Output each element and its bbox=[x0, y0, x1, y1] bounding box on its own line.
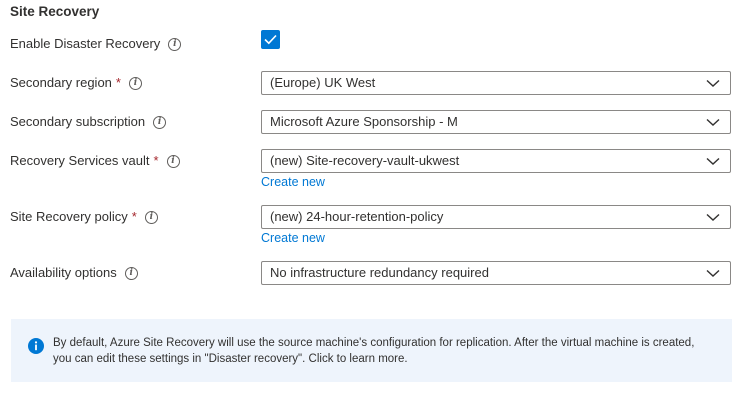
enable-dr-checkbox[interactable] bbox=[261, 30, 280, 49]
secondary-subscription-label-group: Secondary subscription i bbox=[10, 110, 167, 134]
secondary-subscription-value: Microsoft Azure Sponsorship - M bbox=[270, 114, 458, 129]
secondary-subscription-label: Secondary subscription bbox=[10, 114, 146, 129]
info-icon[interactable]: i bbox=[168, 37, 182, 51]
secondary-region-value: (Europe) UK West bbox=[270, 75, 376, 90]
secondary-subscription-dropdown[interactable]: Microsoft Azure Sponsorship - M bbox=[261, 110, 731, 134]
enable-dr-label: Enable Disaster Recovery bbox=[10, 36, 161, 51]
info-banner-text: By default, Azure Site Recovery will use… bbox=[53, 337, 695, 365]
secondary-subscription-row: Secondary subscription i Microsoft Azure… bbox=[0, 110, 742, 134]
create-new-policy-link[interactable]: Create new bbox=[261, 231, 325, 245]
chevron-down-icon bbox=[706, 79, 720, 87]
enable-dr-row: Enable Disaster Recovery i bbox=[0, 32, 742, 56]
recovery-policy-row: Site Recovery policy * i (new) 24-hour-r… bbox=[0, 205, 742, 229]
enable-dr-label-group: Enable Disaster Recovery i bbox=[10, 32, 182, 56]
recovery-vault-label: Recovery Services vault bbox=[10, 153, 150, 168]
chevron-down-icon bbox=[706, 118, 720, 126]
secondary-region-dropdown[interactable]: (Europe) UK West bbox=[261, 71, 731, 95]
recovery-vault-value: (new) Site-recovery-vault-ukwest bbox=[270, 153, 460, 168]
info-icon[interactable]: i bbox=[144, 210, 158, 224]
required-marker: * bbox=[115, 75, 121, 90]
recovery-policy-dropdown[interactable]: (new) 24-hour-retention-policy bbox=[261, 205, 731, 229]
chevron-down-icon bbox=[706, 213, 720, 221]
recovery-vault-label-group: Recovery Services vault * i bbox=[10, 149, 180, 173]
info-icon[interactable]: i bbox=[153, 115, 167, 129]
section-title: Site Recovery bbox=[10, 4, 100, 19]
recovery-vault-row: Recovery Services vault * i (new) Site-r… bbox=[0, 149, 742, 173]
secondary-region-label: Secondary region bbox=[10, 75, 112, 90]
checkmark-icon bbox=[264, 34, 277, 45]
secondary-region-label-group: Secondary region * i bbox=[10, 71, 142, 95]
secondary-region-row: Secondary region * i (Europe) UK West bbox=[0, 71, 742, 95]
chevron-down-icon bbox=[706, 269, 720, 277]
info-icon[interactable]: i bbox=[124, 266, 138, 280]
create-new-vault-link[interactable]: Create new bbox=[261, 175, 325, 189]
info-banner[interactable]: By default, Azure Site Recovery will use… bbox=[11, 319, 732, 382]
info-icon[interactable]: i bbox=[128, 76, 142, 90]
availability-row: Availability options i No infrastructure… bbox=[0, 261, 742, 285]
recovery-policy-label-group: Site Recovery policy * i bbox=[10, 205, 158, 229]
availability-value: No infrastructure redundancy required bbox=[270, 265, 489, 280]
recovery-policy-label: Site Recovery policy bbox=[10, 209, 128, 224]
required-marker: * bbox=[153, 153, 159, 168]
required-marker: * bbox=[131, 209, 137, 224]
info-circle-icon bbox=[28, 338, 44, 354]
availability-dropdown[interactable]: No infrastructure redundancy required bbox=[261, 261, 731, 285]
availability-label-group: Availability options i bbox=[10, 261, 138, 285]
availability-label: Availability options bbox=[10, 265, 117, 280]
recovery-vault-dropdown[interactable]: (new) Site-recovery-vault-ukwest bbox=[261, 149, 731, 173]
info-icon[interactable]: i bbox=[166, 154, 180, 168]
recovery-policy-value: (new) 24-hour-retention-policy bbox=[270, 209, 444, 224]
chevron-down-icon bbox=[706, 157, 720, 165]
